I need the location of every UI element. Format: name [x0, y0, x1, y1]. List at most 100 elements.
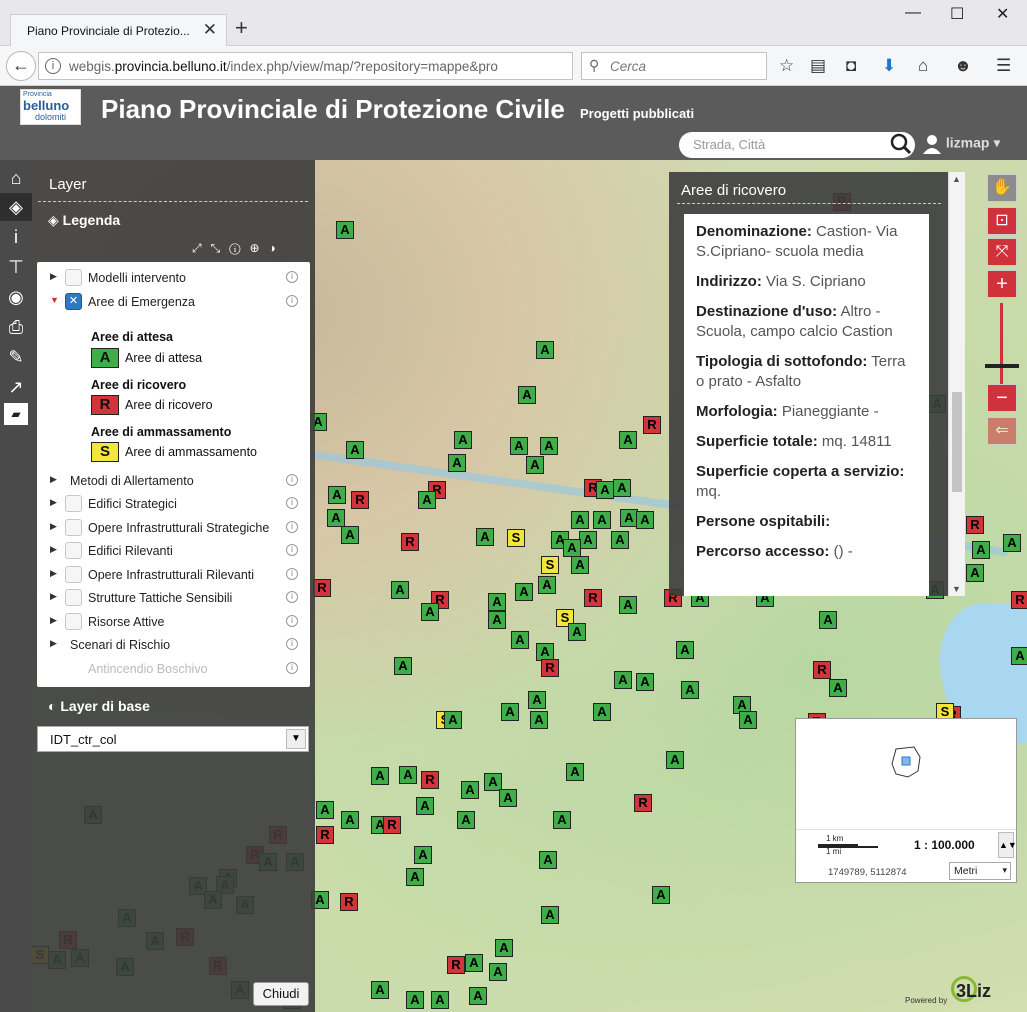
marker-area-attesa[interactable]: A	[972, 541, 990, 559]
tab-close-icon[interactable]: ✕	[203, 20, 217, 40]
marker-area-ricovero[interactable]: R	[383, 816, 401, 834]
marker-area-attesa[interactable]: A	[966, 564, 984, 582]
home-icon[interactable]: ⌂	[918, 56, 928, 76]
marker-area-attesa[interactable]: A	[515, 583, 533, 601]
info-icon[interactable]: i	[286, 474, 298, 486]
marker-area-attesa[interactable]: A	[465, 954, 483, 972]
marker-area-ammassamento[interactable]: S	[541, 556, 559, 574]
base-layer-select[interactable]: IDT_ctr_col ▼	[37, 726, 309, 752]
comment-icon[interactable]: ▰	[4, 403, 28, 425]
marker-area-ricovero[interactable]: R	[316, 826, 334, 844]
scale-spinner-icon[interactable]: ▲▼	[998, 832, 1017, 858]
maximize-icon[interactable]: ☐	[950, 4, 964, 24]
expand-arrow-icon[interactable]: ▶	[50, 271, 57, 282]
overview-thumbnail[interactable]	[796, 719, 1016, 829]
layer-node[interactable]: ▶ Edifici Strategici i	[37, 493, 310, 515]
marker-area-attesa[interactable]: A	[541, 906, 559, 924]
info-icon[interactable]: i	[0, 223, 32, 251]
marker-area-attesa[interactable]: A	[511, 631, 529, 649]
unit-select[interactable]: Metri ▾	[949, 862, 1011, 880]
marker-area-attesa[interactable]: A	[457, 811, 475, 829]
marker-area-attesa[interactable]: A	[488, 611, 506, 629]
marker-area-attesa[interactable]: A	[406, 991, 424, 1009]
opacity-icon[interactable]: ◑	[269, 241, 285, 255]
marker-area-attesa[interactable]: A	[829, 679, 847, 697]
marker-area-attesa[interactable]: A	[526, 456, 544, 474]
chevron-down-icon[interactable]: ▼	[952, 584, 961, 594]
marker-area-attesa[interactable]: A	[593, 511, 611, 529]
browser-search-input[interactable]: ⚲ Cerca	[581, 52, 767, 80]
reading-list-icon[interactable]: ▤	[810, 56, 826, 76]
zoom-in-icon[interactable]: +	[987, 270, 1017, 298]
info-icon[interactable]: i	[286, 568, 298, 580]
layer-checkbox[interactable]	[65, 589, 82, 606]
marker-area-attesa[interactable]: A	[681, 681, 699, 699]
marker-area-attesa[interactable]: A	[499, 789, 517, 807]
marker-area-attesa[interactable]: A	[1011, 647, 1027, 665]
popup-scrollbar[interactable]: ▲ ▼	[948, 172, 965, 596]
marker-area-ricovero[interactable]: R	[643, 416, 661, 434]
marker-area-attesa[interactable]: A	[553, 811, 571, 829]
layer-checkbox[interactable]	[65, 613, 82, 630]
address-search-input[interactable]: Strada, Città	[679, 132, 915, 158]
marker-area-attesa[interactable]: A	[327, 509, 345, 527]
marker-area-ricovero[interactable]: R	[313, 579, 331, 597]
marker-area-ricovero[interactable]: R	[1011, 591, 1027, 609]
expand-arrow-icon[interactable]: ▶	[50, 474, 57, 485]
zoom-slider[interactable]	[1000, 303, 1003, 393]
marker-area-attesa[interactable]: A	[579, 531, 597, 549]
marker-area-attesa[interactable]: A	[469, 987, 487, 1005]
marker-area-attesa[interactable]: A	[540, 437, 558, 455]
pocket-icon[interactable]: ◘	[846, 56, 856, 76]
marker-area-attesa[interactable]: A	[566, 763, 584, 781]
marker-area-attesa[interactable]: A	[636, 511, 654, 529]
marker-area-ammassamento[interactable]: S	[507, 529, 525, 547]
projects-link[interactable]: Progetti pubblicati	[580, 106, 694, 121]
marker-area-attesa[interactable]: A	[593, 703, 611, 721]
new-tab-button[interactable]: +	[235, 15, 248, 41]
marker-area-attesa[interactable]: A	[568, 623, 586, 641]
marker-area-attesa[interactable]: A	[391, 581, 409, 599]
info-icon[interactable]: i	[286, 271, 298, 283]
share-icon[interactable]: ↗	[0, 373, 32, 401]
browser-tab[interactable]: Piano Provinciale di Protezio... ✕	[10, 14, 227, 46]
marker-area-attesa[interactable]: A	[518, 386, 536, 404]
info-icon[interactable]: i	[286, 521, 298, 533]
minimize-icon[interactable]: —	[905, 4, 921, 22]
marker-area-attesa[interactable]: A	[394, 657, 412, 675]
layer-node[interactable]: ▶ Strutture Tattiche Sensibili i	[37, 587, 310, 609]
home-icon[interactable]: ⌂	[0, 164, 32, 192]
zoom-slider-handle[interactable]	[985, 364, 1019, 368]
marker-area-attesa[interactable]: A	[421, 603, 439, 621]
collapse-arrow-icon[interactable]: ▼	[50, 295, 59, 305]
layer-checkbox[interactable]	[65, 269, 82, 286]
layer-node[interactable]: ▶ Scenari di Rischio i	[37, 634, 310, 656]
marker-area-attesa[interactable]: A	[510, 437, 528, 455]
info-icon[interactable]: i	[286, 497, 298, 509]
zoom-extent-icon[interactable]: ⤧	[987, 238, 1017, 266]
marker-area-attesa[interactable]: A	[571, 511, 589, 529]
marker-area-attesa[interactable]: A	[530, 711, 548, 729]
marker-area-attesa[interactable]: A	[371, 981, 389, 999]
marker-area-attesa[interactable]: A	[666, 751, 684, 769]
marker-area-attesa[interactable]: A	[371, 767, 389, 785]
layer-node[interactable]: ▶ Edifici Rilevanti i	[37, 540, 310, 562]
marker-area-ricovero[interactable]: R	[421, 771, 439, 789]
expand-arrow-icon[interactable]: ▶	[50, 544, 57, 555]
url-bar[interactable]: i webgis.provincia.belluno.it/index.php/…	[38, 52, 598, 80]
info-icon[interactable]: ⓘ	[229, 241, 249, 255]
layer-node[interactable]: ▶ Metodi di Allertamento i	[37, 470, 310, 492]
marker-area-attesa[interactable]: A	[539, 851, 557, 869]
layer-checkbox[interactable]	[65, 542, 82, 559]
marker-area-attesa[interactable]: A	[336, 221, 354, 239]
layer-checkbox[interactable]	[65, 519, 82, 536]
info-icon[interactable]: i	[286, 591, 298, 603]
zoom-out-icon[interactable]: −	[987, 384, 1017, 412]
expand-arrow-icon[interactable]: ▶	[50, 615, 57, 626]
marker-area-ricovero[interactable]: R	[447, 956, 465, 974]
measure-icon[interactable]: ✎	[0, 343, 32, 371]
marker-area-ricovero[interactable]: R	[966, 516, 984, 534]
marker-area-attesa[interactable]: A	[489, 963, 507, 981]
download-icon[interactable]: ⬇	[882, 56, 896, 76]
expand-arrow-icon[interactable]: ▶	[50, 591, 57, 602]
